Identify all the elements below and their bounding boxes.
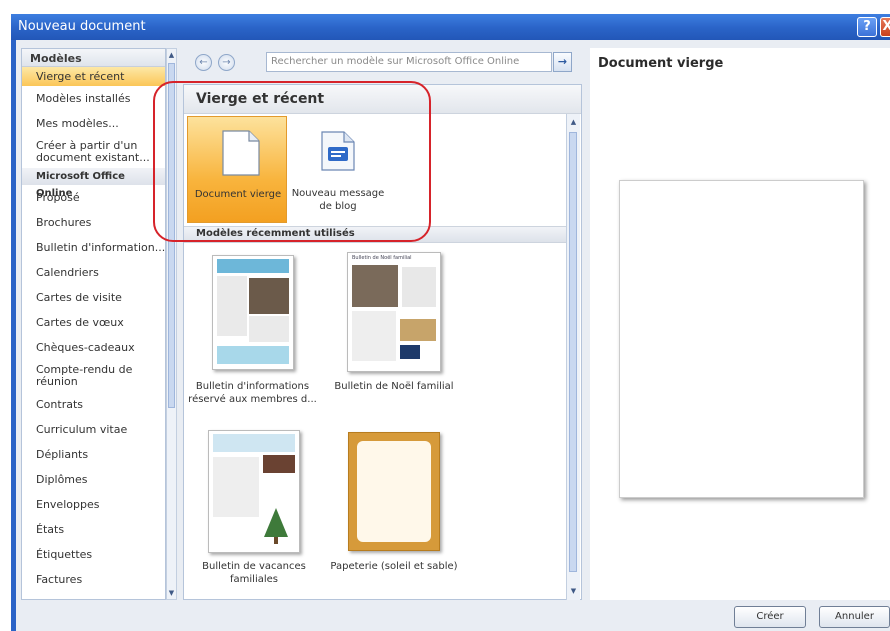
cancel-button[interactable]: Annuler — [819, 606, 890, 628]
sidebar-item-from-existing[interactable]: Créer à partir d'un document existant... — [22, 136, 165, 168]
back-button[interactable]: ← — [195, 54, 212, 71]
templates-scrollbar[interactable]: ▲ ▼ — [566, 114, 580, 600]
scroll-down-icon[interactable]: ▼ — [167, 587, 176, 599]
sidebar-item-online[interactable]: Bulletin d'information... — [22, 235, 165, 260]
scroll-down-icon[interactable]: ▼ — [569, 585, 578, 597]
sidebar-item-my-templates[interactable]: Mes modèles... — [22, 111, 165, 136]
preview-page — [619, 180, 864, 498]
sidebar-item-online[interactable]: Contrats — [22, 392, 165, 417]
template-thumbnail-membership-newsletter[interactable] — [212, 255, 294, 370]
template-thumbnail-holiday-newsletter[interactable] — [208, 430, 300, 553]
sidebar-item-online[interactable]: Étiquettes — [22, 542, 165, 567]
sidebar-item-blank-recent[interactable]: Vierge et récent — [22, 67, 165, 86]
sidebar-item-online[interactable]: Enveloppes — [22, 492, 165, 517]
sidebar-item-online[interactable]: Calendriers — [22, 260, 165, 285]
sidebar-item-online[interactable]: Dépliants — [22, 442, 165, 467]
template-label: Papeterie (soleil et sable) — [330, 561, 458, 572]
highlight-annotation — [153, 81, 431, 242]
window-title: Nouveau document — [18, 19, 146, 34]
sidebar-item-online[interactable]: Curriculum vitae — [22, 417, 165, 442]
scroll-up-icon[interactable]: ▲ — [167, 49, 176, 61]
title-bar: Nouveau document ? X — [11, 14, 890, 40]
sidebar-header: Modèles — [22, 49, 165, 67]
template-thumbnail-stationery[interactable] — [348, 432, 440, 551]
template-label: Bulletin de Noël familial — [334, 381, 454, 392]
template-thumbnail-christmas-newsletter[interactable]: Bulletin de Noël familial — [347, 252, 441, 372]
templates-sidebar: Modèles Vierge et récent Modèles install… — [21, 48, 166, 600]
sidebar-item-online[interactable]: Factures — [22, 567, 165, 592]
sidebar-item-online[interactable]: États — [22, 517, 165, 542]
help-button[interactable]: ? — [857, 17, 877, 37]
scrollbar-thumb[interactable] — [569, 132, 577, 572]
sidebar-item-online[interactable]: Proposé — [22, 185, 165, 210]
sidebar-item-online[interactable]: Cartes de visite — [22, 285, 165, 310]
sidebar-item-online[interactable]: Cartes de vœux — [22, 310, 165, 335]
sidebar-item-online[interactable]: Diplômes — [22, 467, 165, 492]
search-input[interactable]: Rechercher un modèle sur Microsoft Offic… — [266, 52, 552, 72]
forward-button[interactable]: → — [218, 54, 235, 71]
close-button[interactable]: X — [880, 17, 890, 37]
tree-icon — [264, 508, 288, 544]
template-label: Bulletin de vacances familiales — [202, 561, 306, 585]
sidebar-item-online[interactable]: Brochures — [22, 210, 165, 235]
scroll-up-icon[interactable]: ▲ — [569, 116, 578, 128]
window-border — [11, 40, 16, 631]
create-button[interactable]: Créer — [734, 606, 806, 628]
sidebar-item-online[interactable]: Compte-rendu de réunion — [22, 360, 165, 392]
preview-title: Document vierge — [598, 56, 724, 71]
sidebar-item-online[interactable]: Chèques-cadeaux — [22, 335, 165, 360]
template-label: Bulletin d'informations réservé aux memb… — [188, 381, 317, 405]
search-go-button[interactable]: → — [553, 52, 572, 72]
sidebar-item-installed[interactable]: Modèles installés — [22, 86, 165, 111]
sidebar-group-office-online: Microsoft Office Online — [22, 168, 165, 199]
